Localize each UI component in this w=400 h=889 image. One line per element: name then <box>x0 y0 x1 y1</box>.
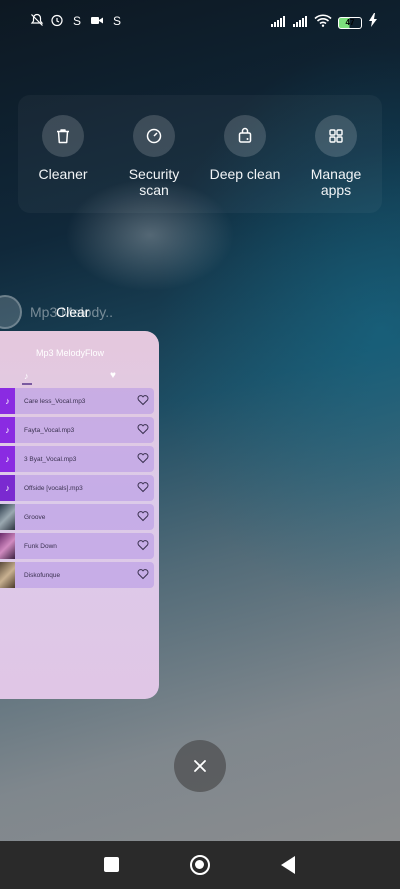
app-preview-card[interactable]: Mp3 MelodyFlow ♪ ♥ ♪ Care less_Vocal.mp3… <box>0 331 159 699</box>
gauge-icon <box>133 115 175 157</box>
album-art-thumbnail <box>0 504 15 530</box>
music-note-icon[interactable]: ♪ <box>24 371 29 381</box>
charging-icon <box>368 13 378 32</box>
s-badge-icon: S <box>70 13 84 27</box>
music-note-icon: ♪ <box>0 475 15 501</box>
svg-text:S: S <box>113 14 121 27</box>
music-note-icon: ♪ <box>0 446 15 472</box>
cleaner-label: Cleaner <box>38 166 88 182</box>
home-button[interactable] <box>190 855 210 875</box>
song-row[interactable]: Diskofunque <box>0 562 154 588</box>
cleaner-button[interactable]: Cleaner <box>18 115 108 182</box>
heart-icon[interactable]: ♥ <box>110 370 116 381</box>
song-name: Groove <box>24 513 46 521</box>
heart-outline-icon[interactable] <box>137 481 149 493</box>
close-all-button[interactable] <box>174 740 226 792</box>
card-tabs: ♪ ♥ <box>0 370 159 385</box>
song-name: Diskofunque <box>24 571 61 579</box>
song-name: Fayta_Vocal.mp3 <box>24 426 75 434</box>
song-row[interactable]: Funk Down <box>0 533 154 559</box>
quick-actions-panel: Cleaner Security scan Deep clean Manage … <box>18 95 382 213</box>
song-row[interactable]: ♪ 3 Byat_Vocal.mp3 <box>0 446 154 472</box>
security-scan-label: Security scan <box>128 166 180 198</box>
album-art-thumbnail <box>0 533 15 559</box>
heart-outline-icon[interactable] <box>137 452 149 464</box>
song-row[interactable]: ♪ Care less_Vocal.mp3 <box>0 388 154 414</box>
manage-apps-label: Manage apps <box>310 166 362 198</box>
back-button[interactable] <box>281 856 295 874</box>
navigation-bar <box>0 841 400 889</box>
signal-icon <box>292 14 308 32</box>
heart-outline-icon[interactable] <box>137 394 149 406</box>
song-name: Care less_Vocal.mp3 <box>24 397 86 405</box>
heart-outline-icon[interactable] <box>137 568 149 580</box>
recents-button[interactable] <box>104 857 119 872</box>
clear-label[interactable]: Clear <box>56 304 89 320</box>
recent-app-header: Mp3 Melody.. Clear <box>0 293 200 331</box>
heart-outline-icon[interactable] <box>137 423 149 435</box>
heart-outline-icon[interactable] <box>137 539 149 551</box>
alarm-icon <box>50 13 64 27</box>
close-icon <box>194 760 206 772</box>
music-note-icon: ♪ <box>0 388 15 414</box>
manage-apps-button[interactable]: Manage apps <box>291 115 381 198</box>
song-name: Offside [vocals].mp3 <box>24 484 83 492</box>
album-art-thumbnail <box>0 562 15 588</box>
music-note-icon: ♪ <box>0 417 15 443</box>
bag-clean-icon <box>224 115 266 157</box>
svg-text:S: S <box>73 14 81 27</box>
signal-icon <box>270 14 286 32</box>
security-scan-button[interactable]: Security scan <box>109 115 199 198</box>
wifi-icon <box>314 14 332 32</box>
mute-bell-icon <box>30 13 44 27</box>
grid-icon <box>315 115 357 157</box>
battery-icon: 47 <box>338 16 362 29</box>
deep-clean-button[interactable]: Deep clean <box>200 115 290 182</box>
app-icon[interactable] <box>0 295 22 329</box>
card-title: Mp3 MelodyFlow <box>35 348 105 358</box>
song-row[interactable]: Groove <box>0 504 154 530</box>
video-call-icon <box>90 13 104 27</box>
s-badge-icon: S <box>110 13 124 27</box>
status-bar: S S 47 <box>0 0 400 42</box>
tab-underline <box>22 383 32 385</box>
deep-clean-label: Deep clean <box>209 166 281 182</box>
heart-outline-icon[interactable] <box>137 510 149 522</box>
song-list: ♪ Care less_Vocal.mp3 ♪ Fayta_Vocal.mp3 … <box>0 388 155 591</box>
song-row[interactable]: ♪ Fayta_Vocal.mp3 <box>0 417 154 443</box>
song-name: Funk Down <box>24 542 57 550</box>
song-row[interactable]: ♪ Offside [vocals].mp3 <box>0 475 154 501</box>
trash-icon <box>42 115 84 157</box>
song-name: 3 Byat_Vocal.mp3 <box>24 455 77 463</box>
